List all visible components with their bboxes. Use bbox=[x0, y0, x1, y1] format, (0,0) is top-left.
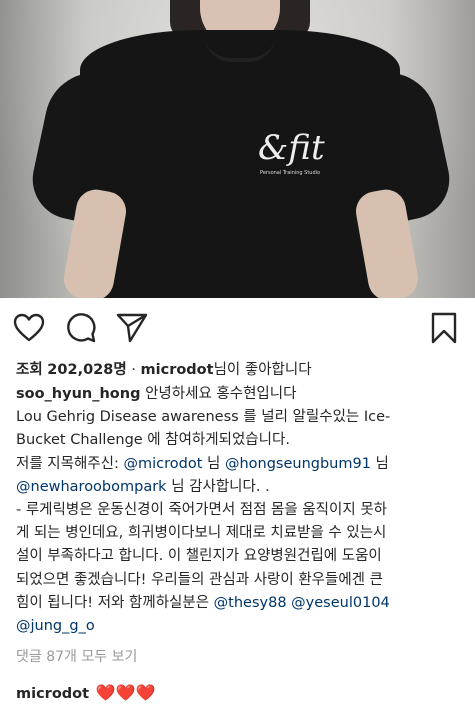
view-count-line: 조회 202,028명 · microdot님이 좋아합니다 bbox=[16, 358, 312, 379]
black-tshirt bbox=[80, 30, 400, 298]
mention-jung-g-o[interactable]: @jung_g_o bbox=[16, 618, 95, 634]
caption-line-4: 저를 지목해주신: @microdot 님 @hongseungbum91 님 bbox=[16, 453, 464, 476]
mention-yeseul0104[interactable]: @yeseul0104 bbox=[291, 595, 390, 611]
comment-username[interactable]: microdot bbox=[16, 686, 89, 702]
shirt-logo-subtext: Personal Training Studio bbox=[260, 170, 321, 176]
comment-icon bbox=[67, 313, 96, 343]
caption-line-2: Lou Gehrig Disease awareness 를 널리 알릴수있는 … bbox=[16, 409, 391, 426]
post-video[interactable]: &fit Personal Training Studio bbox=[0, 0, 475, 298]
view-all-comments-link[interactable]: 댓글 87개 모두 보기 bbox=[16, 646, 137, 666]
caption-text-1: 안녕하세요 홍수현입니다 bbox=[145, 386, 297, 402]
caption-text-5: 님 감사합니다. . bbox=[166, 478, 270, 495]
mention-thesy88[interactable]: @thesy88 bbox=[214, 595, 287, 611]
liked-by-user[interactable]: microdot bbox=[141, 362, 214, 378]
comment-item: microdot ❤️❤️❤️ bbox=[16, 683, 155, 702]
shirt-logo-mark: &fit bbox=[258, 128, 325, 168]
caption-line-11: @jung_g_o bbox=[16, 615, 464, 638]
caption-line-1: soo_hyun_hong 안녕하세요 홍수현입니다 bbox=[16, 383, 464, 406]
liked-by-suffix: 님이 좋아합니다 bbox=[213, 362, 312, 378]
caption-line-6: - 루게릭병은 운동신경이 죽어가면서 점점 몸을 움직이지 못하 bbox=[16, 502, 387, 519]
view-count-sep: · bbox=[131, 362, 136, 378]
mention-microdot[interactable]: @microdot bbox=[123, 456, 202, 472]
comment-text: ❤️❤️❤️ bbox=[95, 683, 156, 702]
view-count: 202,028명 bbox=[47, 362, 127, 378]
send-icon bbox=[116, 313, 148, 343]
caption-line-7: 게 되는 병인데요, 희귀병이다보니 제대로 치료받을 수 있는시 bbox=[16, 525, 387, 542]
save-button[interactable] bbox=[428, 312, 460, 344]
caption-line-3: Bucket Challenge 에 참여하게되었습니다. bbox=[16, 432, 290, 449]
heart-icon bbox=[13, 313, 45, 342]
action-bar bbox=[0, 298, 475, 356]
view-count-label: 조회 bbox=[16, 362, 43, 378]
caption-username[interactable]: soo_hyun_hong bbox=[16, 386, 140, 402]
caption-text-10: 힘이 됩니다! 저와 함께하실분은 bbox=[16, 594, 214, 611]
caption-line-9: 되었으면 좋겠습니다! 우리들의 관심과 사랑이 환우들에겐 큰 bbox=[16, 571, 383, 588]
caption-text-4c: 님 bbox=[370, 455, 389, 472]
like-button[interactable] bbox=[13, 312, 45, 344]
caption-line-10: 힘이 됩니다! 저와 함께하실분은 @thesy88 @yeseul0104 bbox=[16, 592, 464, 615]
bookmark-icon bbox=[431, 312, 457, 344]
mention-hongseungbum91[interactable]: @hongseungbum91 bbox=[225, 456, 371, 472]
caption-line-8: 설이 부족하다고 합니다. 이 챌린지가 요양병원건립에 도움이 bbox=[16, 548, 382, 565]
shirt-logo: &fit Personal Training Studio bbox=[258, 128, 330, 188]
comment-button[interactable] bbox=[65, 312, 97, 344]
post-caption: soo_hyun_hong 안녕하세요 홍수현입니다 Lou Gehrig Di… bbox=[16, 383, 464, 638]
caption-line-5: @newharoobompark 님 감사합니다. . bbox=[16, 476, 464, 499]
share-button[interactable] bbox=[116, 312, 148, 344]
mention-newharoobompark[interactable]: @newharoobompark bbox=[16, 479, 167, 495]
caption-text-4b: 님 bbox=[202, 455, 225, 472]
caption-text-4a: 저를 지목해주신: bbox=[16, 455, 124, 472]
